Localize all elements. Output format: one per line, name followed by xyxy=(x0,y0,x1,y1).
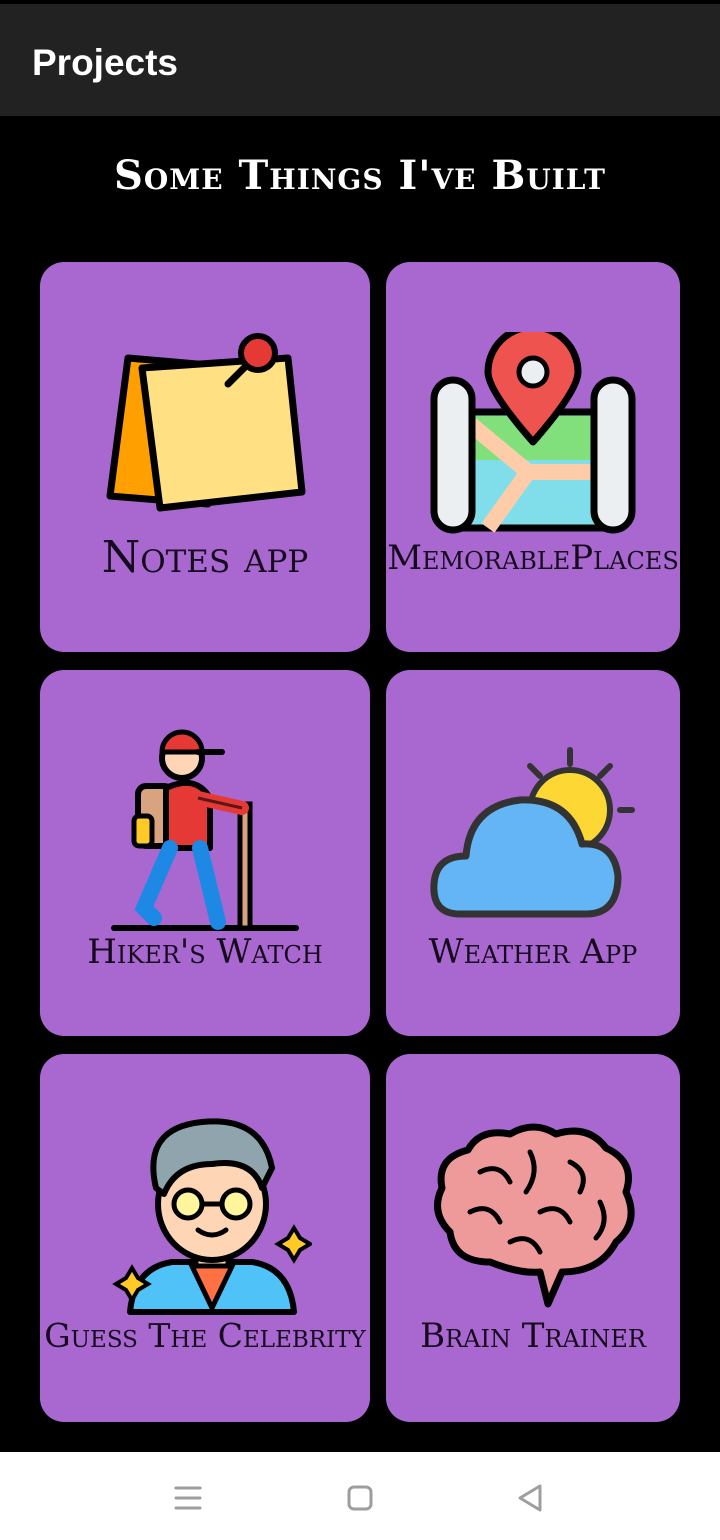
project-label: MemorablePlaces xyxy=(387,538,679,578)
page-title: Projects xyxy=(32,42,179,83)
map-pin-icon xyxy=(430,332,636,534)
sticky-note-icon xyxy=(106,333,306,512)
project-card-notes[interactable]: Notes app xyxy=(40,262,370,652)
project-card-brain-trainer[interactable]: Brain Trainer xyxy=(386,1054,680,1422)
project-label: Brain Trainer xyxy=(420,1316,646,1356)
project-card-hikers-watch[interactable]: Hiker's Watch xyxy=(40,670,370,1036)
back-icon[interactable] xyxy=(512,1480,548,1516)
brain-icon xyxy=(434,1123,635,1308)
project-label: Guess The Celebrity xyxy=(44,1316,366,1355)
project-card-weather-app[interactable]: Weather App xyxy=(386,670,680,1036)
project-label: Hiker's Watch xyxy=(87,932,323,972)
project-card-guess-the-celebrity[interactable]: Guess The Celebrity xyxy=(40,1054,370,1422)
project-card-memorable-places[interactable]: MemorablePlaces xyxy=(386,262,680,652)
weather-icon xyxy=(430,747,635,918)
section-heading: Some Things I've Built xyxy=(113,152,607,199)
project-label: Weather App xyxy=(428,932,638,972)
app-bar: Projects xyxy=(0,0,720,116)
celebrity-icon xyxy=(112,1118,312,1315)
hiker-icon xyxy=(111,729,299,931)
system-nav-bar xyxy=(0,1452,720,1540)
project-label: Notes app xyxy=(101,532,309,583)
menu-icon[interactable] xyxy=(170,1480,206,1516)
home-icon[interactable] xyxy=(342,1480,378,1516)
